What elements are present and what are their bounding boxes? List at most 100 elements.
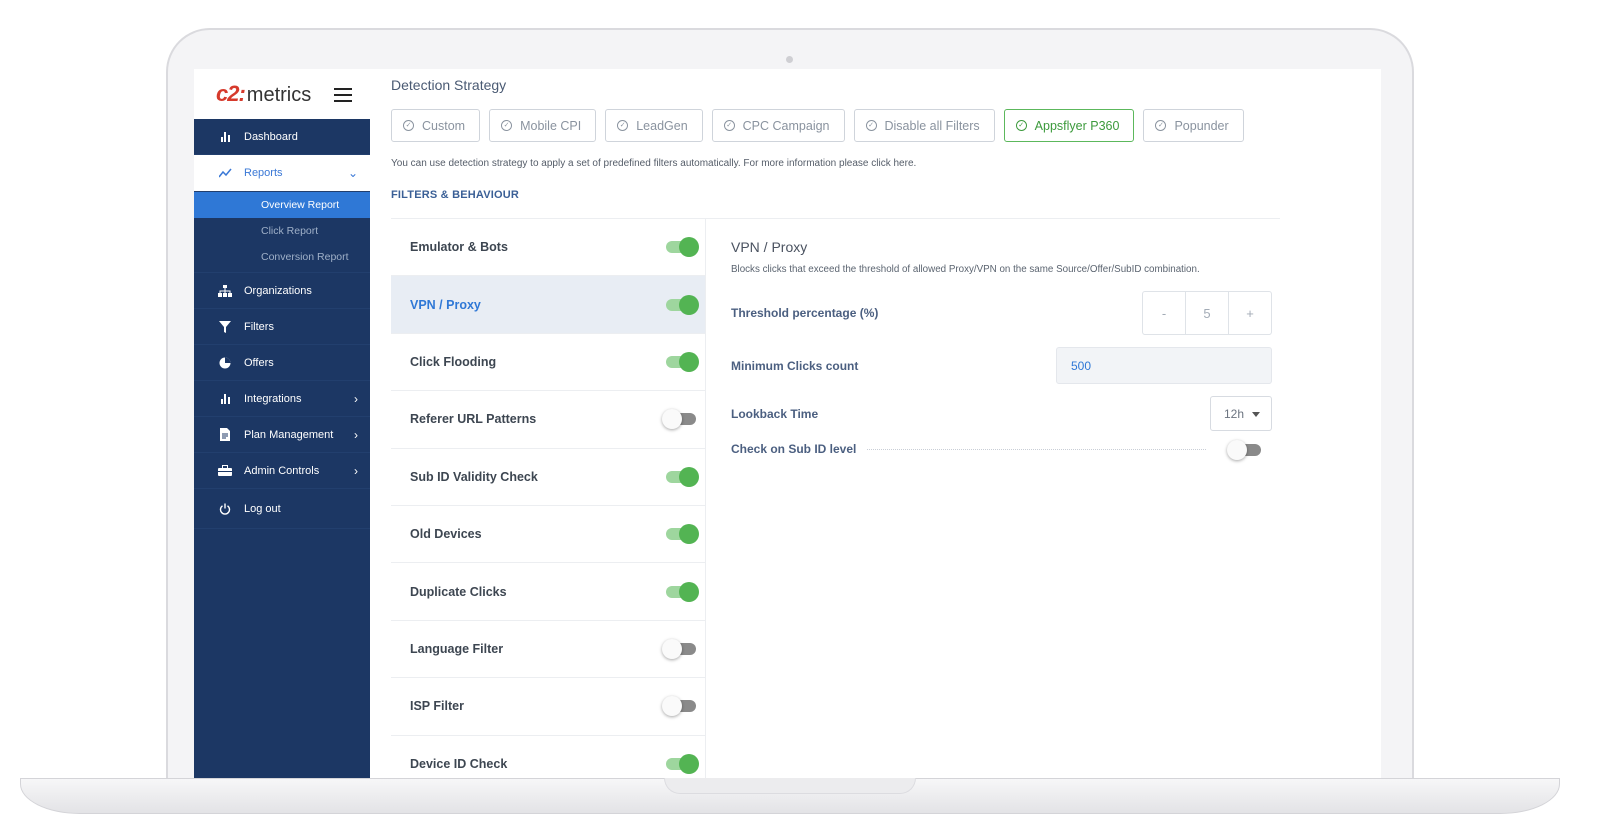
sidebar-item-label: Integrations xyxy=(244,392,302,405)
lookback-label: Lookback Time xyxy=(731,407,819,421)
toolbox-icon xyxy=(218,464,232,478)
org-tree-icon xyxy=(218,284,232,298)
detail-title: VPN / Proxy xyxy=(731,239,808,255)
sidebar-item-reports[interactable]: Reports ⌄ xyxy=(194,155,370,192)
sidebar-item-plan-management[interactable]: Plan Management › xyxy=(194,417,370,453)
sidebar-item-admin-controls[interactable]: Admin Controls › xyxy=(194,453,370,489)
filter-toggle[interactable] xyxy=(662,696,696,717)
strategy-label: LeadGen xyxy=(636,118,688,133)
power-icon xyxy=(218,502,232,516)
strategy-button-disable-all-filters[interactable]: ✓ Disable all Filters xyxy=(853,109,995,142)
filter-toggle[interactable] xyxy=(662,638,696,659)
filter-row-emulator-bots[interactable]: Emulator & Bots xyxy=(391,219,705,277)
sidebar-item-integrations[interactable]: Integrations › xyxy=(194,381,370,417)
filter-row-isp-filter[interactable]: ISP Filter xyxy=(391,678,705,736)
filter-row-vpn-proxy[interactable]: VPN / Proxy xyxy=(391,276,705,334)
filter-row-click-flooding[interactable]: Click Flooding xyxy=(391,334,705,392)
sidebar-item-label: Admin Controls xyxy=(244,464,320,477)
bar-chart-icon xyxy=(218,392,232,406)
pie-chart-icon xyxy=(218,356,232,370)
strategy-label: CPC Campaign xyxy=(742,118,830,133)
filter-name: ISP Filter xyxy=(410,699,464,714)
funnel-icon xyxy=(218,320,232,334)
sidebar-item-dashboard[interactable]: Dashboard xyxy=(194,119,370,155)
strategy-label: Disable all Filters xyxy=(884,118,980,133)
sidebar-item-label: Organizations xyxy=(244,284,312,297)
submenu-item-overview-report[interactable]: Overview Report xyxy=(194,192,370,218)
sidebar-item-offers[interactable]: Offers xyxy=(194,345,370,381)
filter-toggle[interactable] xyxy=(666,524,699,545)
strategy-button-popunder[interactable]: ✓ Popunder xyxy=(1143,109,1244,142)
filter-toggle[interactable] xyxy=(666,351,699,372)
filters-heading: FILTERS & BEHAVIOUR xyxy=(391,189,520,201)
filter-row-old-devices[interactable]: Old Devices xyxy=(391,506,705,564)
decrement-button[interactable]: - xyxy=(1143,292,1185,334)
sidebar-item-organizations[interactable]: Organizations xyxy=(194,273,370,309)
filter-row-device-id-check[interactable]: Device ID Check xyxy=(391,736,705,779)
sidebar-item-label: Reports xyxy=(244,167,283,179)
filter-name: Duplicate Clicks xyxy=(410,584,507,599)
subid-label: Check on Sub ID level xyxy=(731,442,857,456)
strategy-hint-text: You can use detection strategy to apply … xyxy=(391,158,917,169)
strategy-label: Popunder xyxy=(1174,118,1229,133)
strategy-button-custom[interactable]: ✓ Custom xyxy=(391,109,481,142)
chevron-right-icon: › xyxy=(354,463,358,478)
strategy-button-mobile-cpi[interactable]: ✓ Mobile CPI xyxy=(489,109,597,142)
filter-toggle[interactable] xyxy=(666,466,699,487)
filter-toggle[interactable] xyxy=(666,237,699,258)
sidebar-item-label: Log out xyxy=(244,502,281,515)
detail-description: Blocks clicks that exceed the threshold … xyxy=(731,264,1200,275)
increment-button[interactable]: + xyxy=(1228,292,1271,334)
camera-dot xyxy=(786,56,793,63)
logo-text: metrics xyxy=(246,84,312,106)
dotted-leader xyxy=(867,449,1206,450)
sidebar-item-filters[interactable]: Filters xyxy=(194,309,370,345)
strategy-label: Mobile CPI xyxy=(520,118,582,133)
filter-row-sub-id-validity-check[interactable]: Sub ID Validity Check xyxy=(391,449,705,506)
submenu-item-conversion-report[interactable]: Conversion Report xyxy=(194,244,370,270)
caret-down-icon xyxy=(1252,412,1260,417)
filter-row-language-filter[interactable]: Language Filter xyxy=(391,621,705,679)
strategy-button-leadgen[interactable]: ✓ LeadGen xyxy=(605,109,703,142)
sidebar-item-label: Filters xyxy=(244,320,274,333)
lookback-select[interactable]: 12h xyxy=(1210,396,1272,431)
filter-toggle[interactable] xyxy=(666,294,699,315)
subid-toggle-wrap xyxy=(1227,440,1261,460)
filter-row-duplicate-clicks[interactable]: Duplicate Clicks xyxy=(391,563,705,621)
strategy-button-appsflyer-p360[interactable]: ✓ Appsflyer P360 xyxy=(1003,109,1135,142)
chevron-right-icon: › xyxy=(354,391,358,406)
lookback-value: 12h xyxy=(1224,406,1245,421)
min-clicks-label: Minimum Clicks count xyxy=(731,359,859,373)
check-circle-icon: ✓ xyxy=(723,120,735,131)
sidebar-item-logout[interactable]: Log out xyxy=(194,489,370,529)
submenu-item-click-report[interactable]: Click Report xyxy=(194,218,370,244)
filter-name: VPN / Proxy xyxy=(410,297,481,312)
filter-name: Old Devices xyxy=(410,527,482,542)
check-circle-icon: ✓ xyxy=(1155,120,1167,131)
strategy-button-group: ✓ Custom ✓ Mobile CPI ✓ LeadGen ✓ CPC Campai… xyxy=(391,109,1253,142)
logo[interactable]: c2: metrics xyxy=(216,81,311,107)
check-circle-icon: ✓ xyxy=(865,120,877,131)
trend-line-icon xyxy=(218,166,232,180)
threshold-stepper: - 5 + xyxy=(1142,291,1272,335)
hamburger-menu-icon[interactable] xyxy=(334,88,352,102)
filter-toggle[interactable] xyxy=(662,409,696,430)
strategy-button-cpc-campaign[interactable]: ✓ CPC Campaign xyxy=(711,109,845,142)
subid-toggle[interactable] xyxy=(1227,440,1261,460)
filter-list: Emulator & Bots VPN / Proxy Click Floodi… xyxy=(391,219,706,779)
filter-toggle[interactable] xyxy=(666,581,699,602)
logo-mark: c2: xyxy=(216,81,246,106)
min-clicks-input[interactable]: 500 xyxy=(1056,347,1272,384)
check-circle-icon: ✓ xyxy=(501,120,513,131)
check-circle-icon: ✓ xyxy=(1015,120,1027,131)
brand-header: c2: metrics xyxy=(194,69,370,119)
filter-row-referer-url-patterns[interactable]: Referer URL Patterns xyxy=(391,391,705,449)
filter-name: Language Filter xyxy=(410,641,504,656)
chevron-down-icon: ⌄ xyxy=(347,166,358,180)
filter-toggle[interactable] xyxy=(666,753,699,774)
laptop-notch xyxy=(664,778,916,794)
document-icon xyxy=(218,428,232,442)
check-circle-icon: ✓ xyxy=(403,120,414,131)
threshold-value[interactable]: 5 xyxy=(1185,292,1228,334)
filter-name: Click Flooding xyxy=(410,354,497,369)
